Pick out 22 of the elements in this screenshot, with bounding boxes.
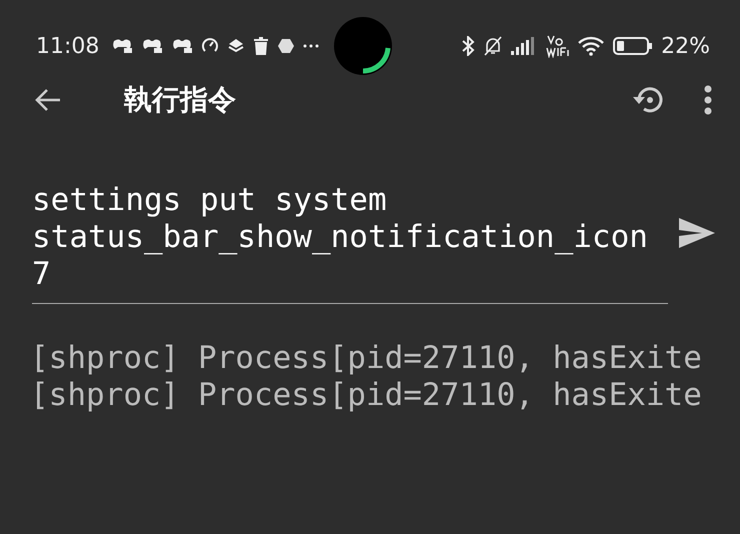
battery-percent: 22% — [661, 34, 710, 58]
game-controller-icon — [141, 38, 164, 54]
back-arrow-icon — [34, 88, 62, 112]
output-line: [shproc] Process[pid=27110, hasExite — [30, 377, 703, 414]
status-time: 11:08 — [36, 34, 100, 58]
camera-cutout-icon — [333, 16, 394, 76]
output-line: [shproc] Process[pid=27110, hasExite — [30, 340, 703, 377]
trash-icon — [253, 37, 270, 55]
wifi-icon — [577, 36, 606, 56]
game-controller-icon — [171, 38, 194, 54]
command-input-field[interactable]: settings put system status_bar_show_notification_icon 7 — [32, 182, 668, 304]
send-icon — [678, 217, 716, 249]
more-dots-icon — [303, 44, 320, 48]
game-controller-icon — [111, 38, 134, 54]
bluetooth-icon — [461, 36, 476, 56]
more-vertical-icon — [704, 85, 712, 115]
vowifi-icon — [545, 34, 570, 58]
battery-icon — [613, 36, 654, 56]
bell-muted-icon — [483, 36, 504, 56]
hexagon-icon — [277, 38, 296, 54]
layers-icon — [227, 37, 246, 55]
toolbar-title: 執行指令 — [124, 82, 236, 118]
